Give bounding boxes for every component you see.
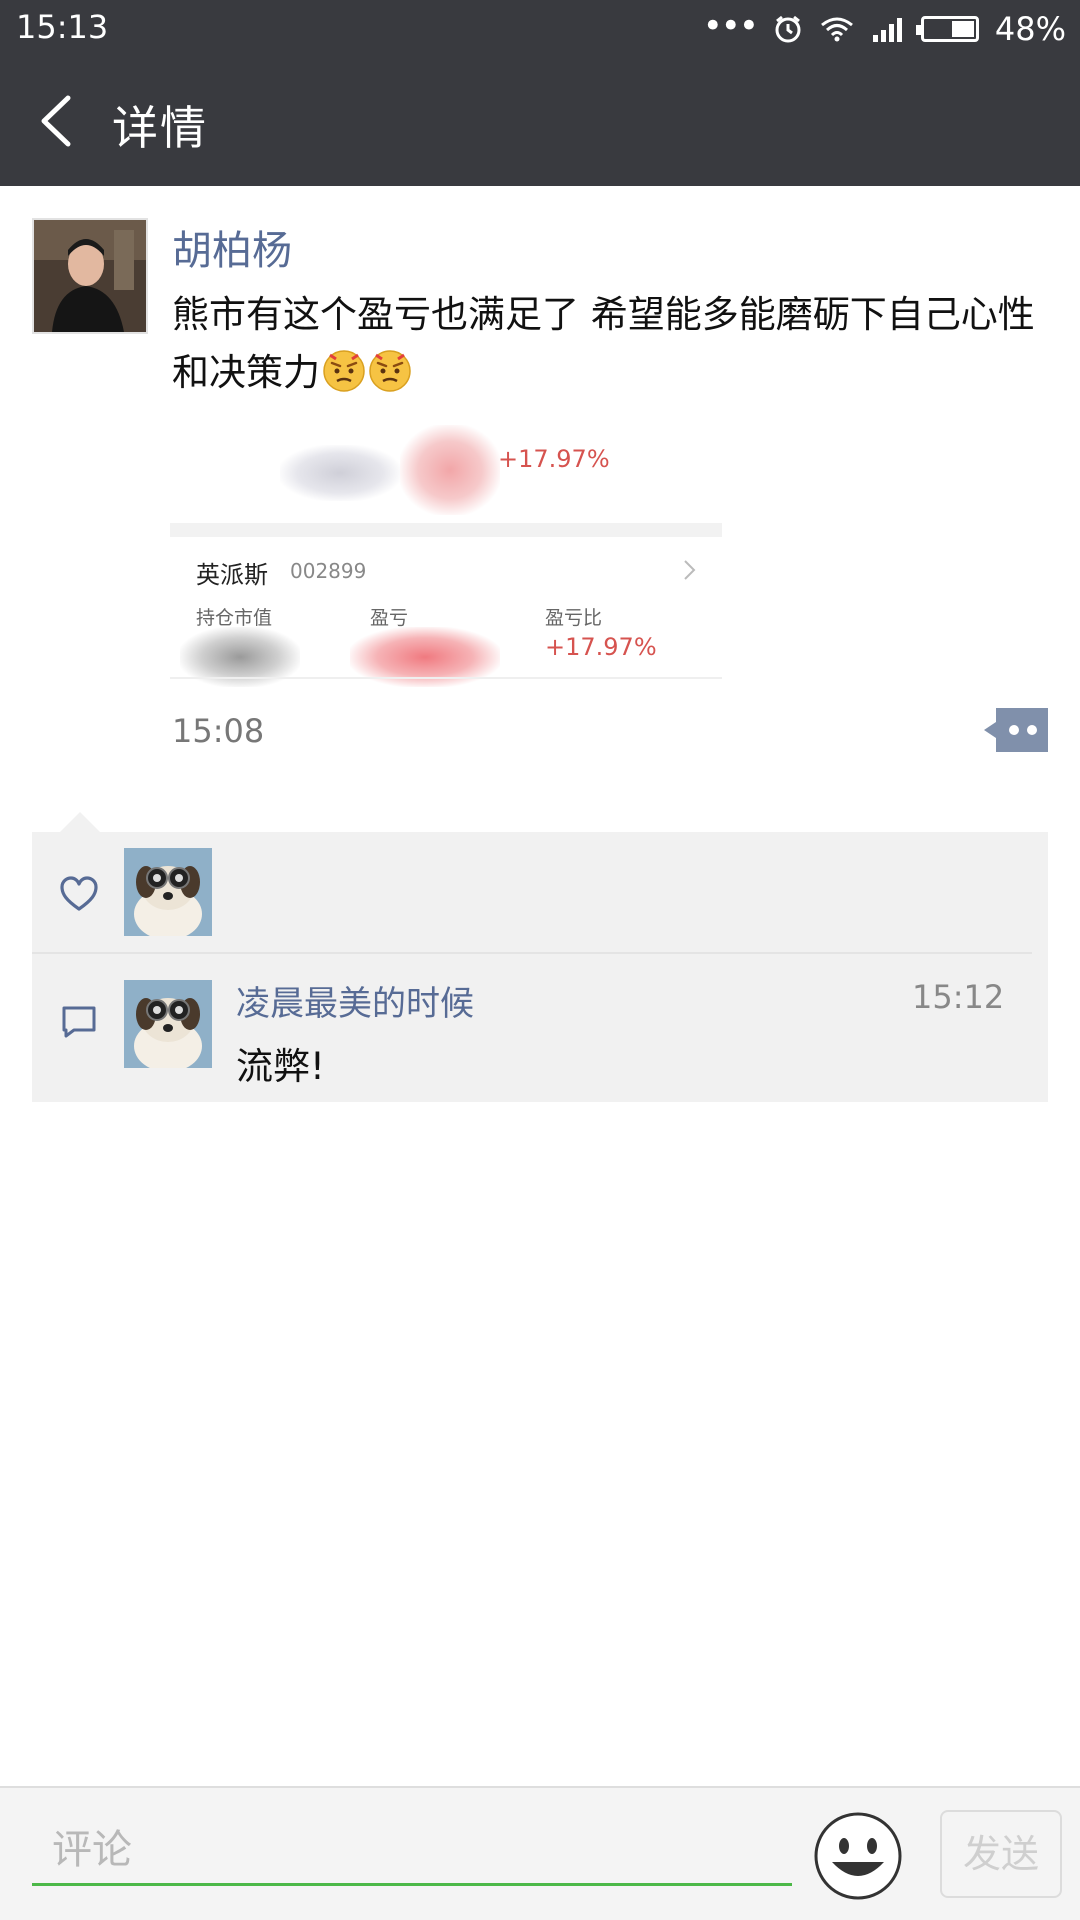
comment-author[interactable]: 凌晨最美的时候 — [236, 976, 474, 1025]
comment-text[interactable]: 流弊! — [236, 1036, 325, 1090]
wifi-icon — [820, 17, 853, 42]
chevron-right-icon — [684, 560, 696, 580]
post-time: 15:08 — [172, 712, 265, 750]
alarm-icon — [775, 15, 801, 43]
page-title: 详情 — [112, 101, 208, 155]
more-actions-icon[interactable] — [984, 708, 1048, 752]
post-text: 熊市有这个盈亏也满足了 希望能多能磨砺下自己心性和决策力 — [172, 286, 1052, 402]
comment-input-bar: 发送 — [0, 1786, 1080, 1920]
angry-face-icon — [369, 350, 411, 392]
image-col-profit: 盈亏 — [370, 607, 409, 629]
redacted-blur — [280, 445, 400, 501]
title-bar: 详情 — [0, 58, 1080, 186]
like-user-avatar[interactable] — [124, 848, 212, 936]
angry-face-icon — [323, 350, 365, 392]
comment-user-avatar[interactable] — [124, 980, 212, 1068]
image-stock-name: 英派斯 — [196, 561, 268, 589]
comment-time: 15:12 — [912, 978, 1005, 1016]
panel-divider — [32, 952, 1032, 954]
status-icons: ••• 48% — [703, 8, 1066, 50]
more-dots-icon: ••• — [702, 6, 759, 46]
redacted-blur — [400, 425, 500, 515]
image-stock-code: 002899 — [290, 559, 367, 583]
image-col-market-value: 持仓市值 — [196, 607, 273, 629]
comment-icon — [62, 1006, 96, 1038]
post-text-content: 熊市有这个盈亏也满足了 希望能多能磨砺下自己心性和决策力 — [172, 293, 1035, 394]
panel-arrow — [60, 812, 100, 832]
interaction-panel: 凌晨最美的时候 15:12 流弊! — [32, 832, 1048, 1102]
image-col-profit-ratio: 盈亏比 — [545, 607, 603, 629]
battery-percent: 48% — [994, 10, 1066, 48]
image-profit-ratio-value: +17.97% — [545, 633, 657, 661]
smiley-icon[interactable] — [812, 1810, 904, 1902]
author-avatar[interactable] — [32, 218, 148, 334]
send-button[interactable]: 发送 — [940, 1810, 1062, 1898]
post-author[interactable]: 胡柏杨 — [172, 218, 292, 276]
status-time: 15:13 — [16, 8, 109, 46]
image-divider — [170, 677, 722, 679]
comment-input[interactable] — [32, 1816, 792, 1886]
image-divider — [170, 523, 722, 537]
battery-icon — [915, 16, 979, 42]
post-image[interactable]: +17.97% 英派斯 002899 持仓市值 盈亏 盈亏比 +17.97% — [170, 405, 722, 687]
status-bar: 15:13 ••• 48% — [0, 0, 1080, 58]
heart-icon — [60, 876, 98, 911]
image-top-percent: +17.97% — [498, 445, 610, 473]
signal-icon — [872, 18, 902, 42]
chevron-left-icon[interactable] — [28, 88, 88, 154]
